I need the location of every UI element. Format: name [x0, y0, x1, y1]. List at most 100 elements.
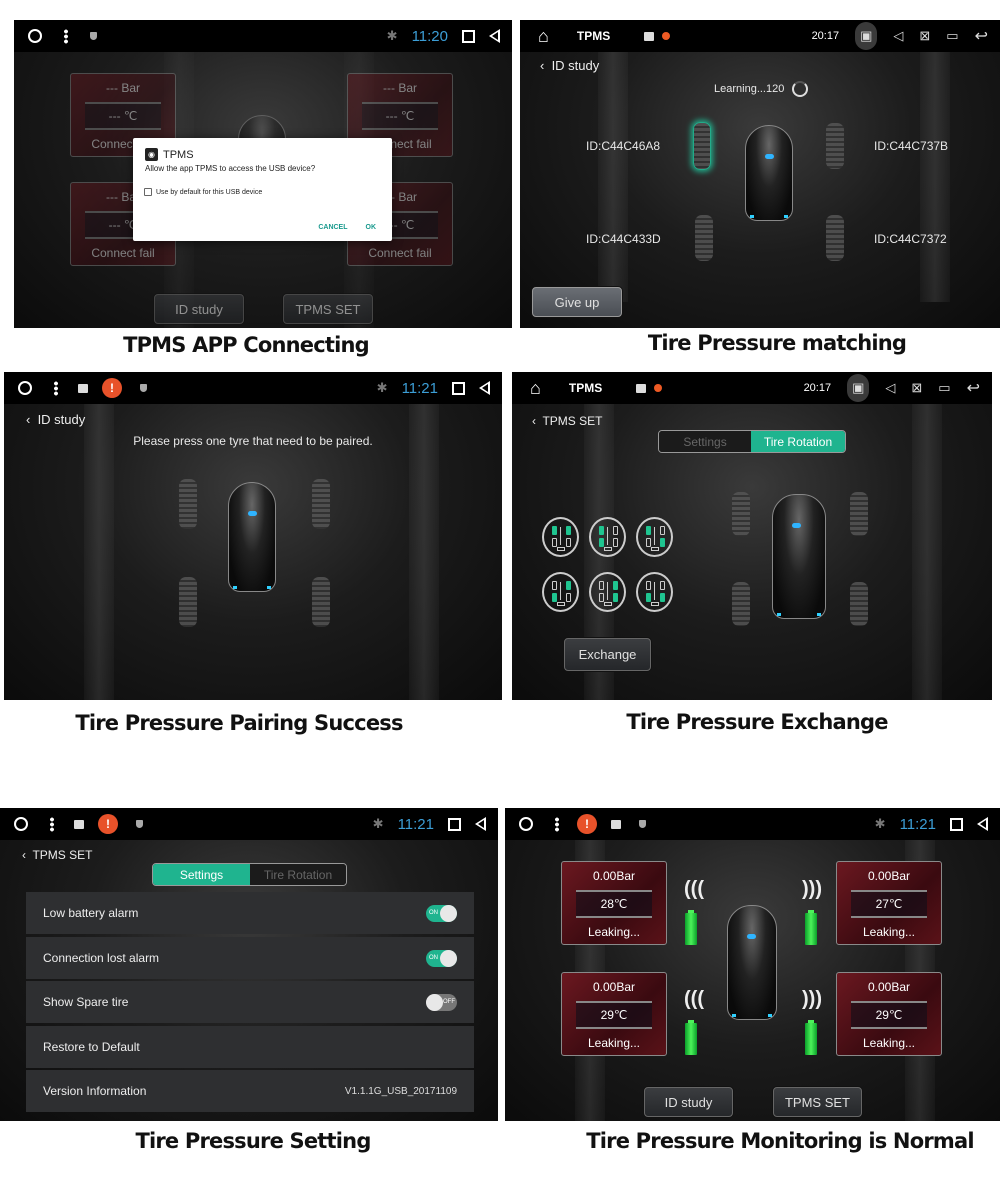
- return-icon[interactable]: ↩: [967, 378, 980, 398]
- connection-lost-toggle[interactable]: ON: [426, 949, 457, 967]
- signal-wave-icon: ))): [802, 988, 822, 1010]
- tire-front-left[interactable]: [693, 122, 711, 170]
- use-default-checkbox[interactable]: [144, 188, 152, 196]
- screenshot-icon[interactable]: ▣: [855, 22, 878, 50]
- tab-tire-rotation[interactable]: Tire Rotation: [751, 431, 845, 452]
- tire-rear-right[interactable]: [826, 215, 844, 261]
- tire-card-rear-left: 0.00Bar 29℃ Leaking...: [561, 972, 667, 1056]
- rotation-pattern-option[interactable]: [589, 572, 626, 612]
- tire-front-left[interactable]: [732, 492, 750, 536]
- tpms-set-button[interactable]: TPMS SET: [773, 1087, 862, 1117]
- tpms-alert-icon[interactable]: !: [98, 814, 118, 834]
- window-icon[interactable]: ▭: [946, 28, 958, 44]
- id-study-button[interactable]: ID study: [644, 1087, 733, 1117]
- close-screen-icon[interactable]: ⊠: [919, 28, 930, 44]
- spare-tire-toggle[interactable]: OFF: [426, 993, 457, 1011]
- spinner-icon: [792, 81, 809, 97]
- tire-rear-right[interactable]: [850, 582, 868, 626]
- tire-front-right[interactable]: [826, 123, 844, 169]
- home-circle-icon[interactable]: [18, 381, 32, 395]
- status: Connect fail: [91, 246, 155, 260]
- panel-tire-matching: ⌂ TPMS 20:17 ▣ ◁ ⊠ ▭ ↩ ‹ ID study Learni…: [520, 20, 1000, 328]
- rotation-pattern-option[interactable]: [636, 572, 673, 612]
- menu-dots-icon[interactable]: [50, 816, 54, 832]
- home-circle-icon[interactable]: [519, 817, 533, 831]
- menu-dots-icon[interactable]: [555, 816, 559, 832]
- id-study-button[interactable]: ID study: [154, 294, 244, 324]
- image-icon: [636, 383, 647, 393]
- setting-version-information[interactable]: Version Information V1.1.1G_USB_20171109: [26, 1070, 474, 1112]
- caption-3: Tire Pressure Pairing Success: [75, 711, 403, 735]
- clock: 11:21: [899, 815, 936, 833]
- return-icon[interactable]: ↩: [975, 26, 988, 46]
- cancel-button[interactable]: CANCEL: [318, 224, 347, 231]
- car-image: [745, 125, 793, 221]
- low-battery-toggle[interactable]: ON: [426, 904, 457, 922]
- back-link[interactable]: ‹ TPMS SET: [22, 848, 92, 862]
- ok-button[interactable]: OK: [366, 224, 377, 231]
- rotation-pattern-option[interactable]: [589, 517, 626, 557]
- window-icon[interactable]: ▭: [938, 380, 950, 396]
- status: Connect fail: [368, 246, 432, 260]
- tire-front-right[interactable]: [312, 479, 330, 529]
- tpms-alert-icon[interactable]: !: [102, 378, 122, 398]
- tire-front-left[interactable]: [179, 479, 197, 529]
- tpms-alert-icon[interactable]: !: [577, 814, 597, 834]
- pressure: 0.00Bar: [592, 980, 636, 994]
- back-triangle-icon[interactable]: [489, 29, 500, 43]
- back-link[interactable]: ‹ ID study: [540, 58, 599, 73]
- close-screen-icon[interactable]: ⊠: [911, 380, 922, 396]
- panel-tire-exchange: ⌂ TPMS 20:17 ▣ ◁ ⊠ ▭ ↩ ‹ TPMS SET Settin…: [512, 372, 992, 700]
- app-title: TPMS: [568, 381, 603, 395]
- exchange-button[interactable]: Exchange: [564, 638, 651, 671]
- back-link[interactable]: ‹ TPMS SET: [532, 414, 602, 428]
- tpms-set-button[interactable]: TPMS SET: [283, 294, 373, 324]
- menu-dots-icon[interactable]: [54, 380, 58, 396]
- recents-square-icon[interactable]: [448, 817, 461, 831]
- recents-square-icon[interactable]: [452, 381, 465, 395]
- setting-low-battery-alarm: Low battery alarm ON: [26, 892, 474, 934]
- recents-square-icon[interactable]: [462, 29, 475, 43]
- status-bar: ! ✱ 11:21: [505, 808, 1000, 840]
- tire-card-front-right: 0.00Bar 27℃ Leaking...: [836, 861, 942, 945]
- battery-icon: [685, 1020, 697, 1055]
- clock: 11:21: [397, 815, 434, 833]
- back-triangle-icon[interactable]: [475, 817, 486, 831]
- battery-icon: [685, 910, 697, 945]
- tire-rear-left[interactable]: [179, 577, 197, 627]
- give-up-button[interactable]: Give up: [532, 287, 622, 317]
- volume-icon[interactable]: ◁: [893, 28, 903, 44]
- back-triangle-icon[interactable]: [479, 381, 490, 395]
- back-label: TPMS SET: [32, 848, 93, 862]
- rotation-pattern-option[interactable]: [542, 517, 579, 557]
- tab-tire-rotation[interactable]: Tire Rotation: [250, 864, 346, 885]
- tire-rear-right[interactable]: [312, 577, 330, 627]
- setting-restore-default[interactable]: Restore to Default: [26, 1026, 474, 1068]
- learning-text: Learning...120: [714, 83, 785, 95]
- back-link[interactable]: ‹ ID study: [26, 412, 85, 427]
- home-circle-icon[interactable]: [14, 817, 28, 831]
- status: Leaking...: [587, 1036, 641, 1050]
- volume-icon[interactable]: ◁: [885, 380, 895, 396]
- home-circle-icon[interactable]: [28, 29, 42, 43]
- back-label: ID study: [551, 58, 600, 73]
- tab-settings[interactable]: Settings: [153, 864, 250, 885]
- temperature: 29℃: [851, 1001, 927, 1029]
- rotation-pattern-option[interactable]: [542, 572, 579, 612]
- bluetooth-icon: ✱: [874, 816, 886, 831]
- temperature: 27℃: [851, 890, 927, 918]
- recents-square-icon[interactable]: [950, 817, 963, 831]
- tab-settings[interactable]: Settings: [659, 431, 752, 452]
- home-icon[interactable]: ⌂: [538, 26, 549, 47]
- panel-settings: ! ✱ 11:21 ‹ TPMS SET Settings Tire Rotat…: [0, 808, 498, 1121]
- tire-rear-left[interactable]: [695, 215, 713, 261]
- panel-tpms-connecting: ✱ 11:20 --- Bar --- ℃ Connect fail --- B…: [14, 20, 512, 328]
- rotation-pattern-option[interactable]: [636, 517, 673, 557]
- tire-front-right[interactable]: [850, 492, 868, 536]
- menu-dots-icon[interactable]: [64, 28, 68, 44]
- caption-5: Tire Pressure Setting: [135, 1129, 371, 1153]
- tire-rear-left[interactable]: [732, 582, 750, 626]
- back-triangle-icon[interactable]: [977, 817, 988, 831]
- screenshot-icon[interactable]: ▣: [847, 374, 870, 402]
- home-icon[interactable]: ⌂: [530, 378, 541, 399]
